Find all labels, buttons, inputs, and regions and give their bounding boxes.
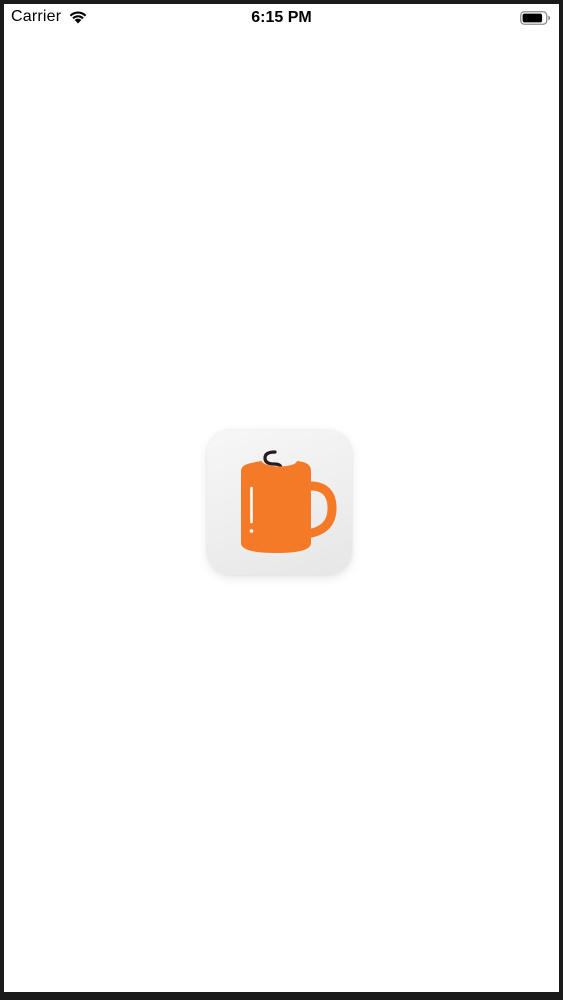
battery-icon <box>520 11 551 25</box>
coffee-mug-icon <box>241 450 337 553</box>
splash-screen: Carrier 6:15 PM <box>4 4 559 992</box>
app-icon <box>207 430 352 575</box>
time-label: 6:15 PM <box>251 9 312 26</box>
status-bar: Carrier 6:15 PM <box>4 4 559 34</box>
